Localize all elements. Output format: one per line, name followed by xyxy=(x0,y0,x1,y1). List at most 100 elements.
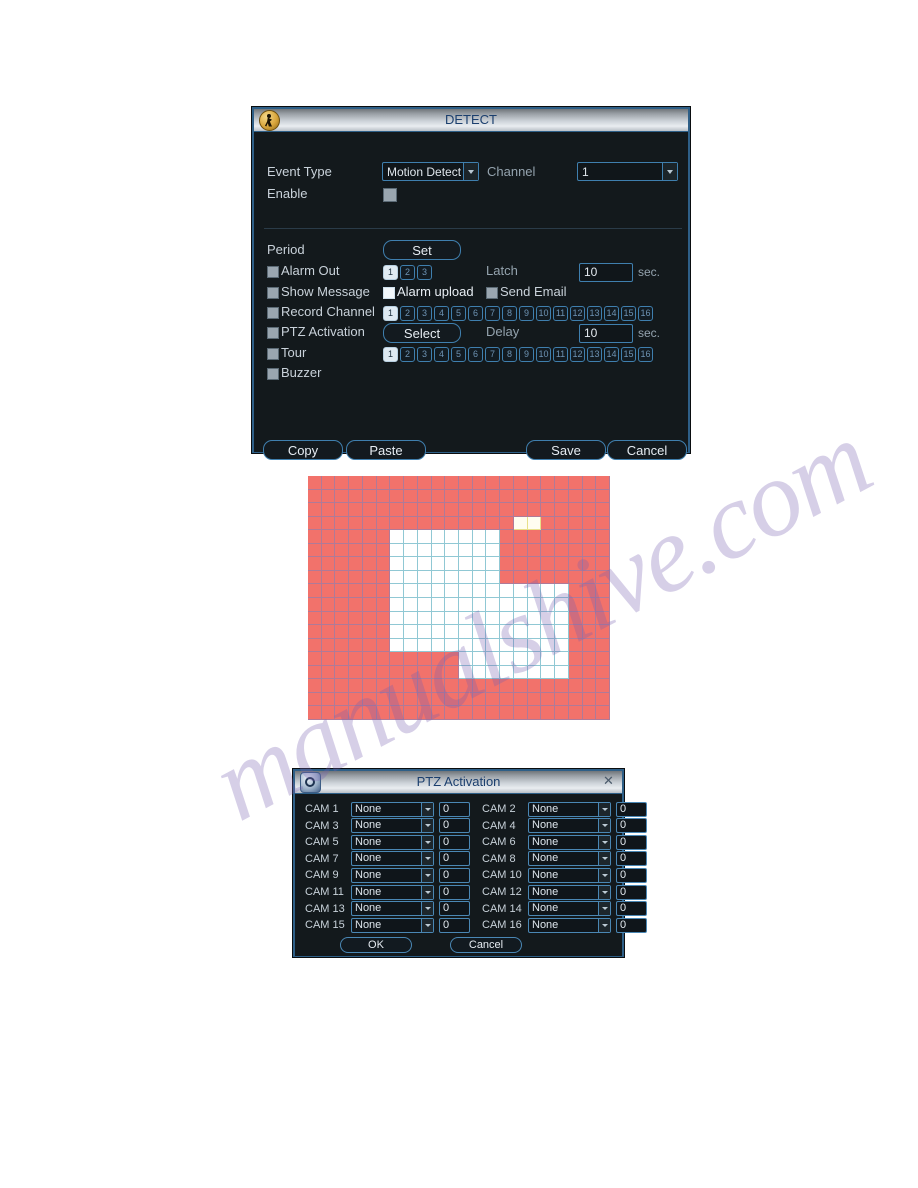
record-channel-chip-9[interactable]: 9 xyxy=(519,306,534,321)
motion-cell-10-14[interactable] xyxy=(500,611,514,626)
motion-cell-7-11[interactable] xyxy=(459,570,473,585)
motion-cell-8-4[interactable] xyxy=(362,584,377,598)
motion-cell-16-15[interactable] xyxy=(513,692,528,707)
motion-cell-4-7[interactable] xyxy=(404,530,418,544)
motion-cell-4-19[interactable] xyxy=(568,530,583,544)
motion-cell-9-13[interactable] xyxy=(486,597,501,612)
motion-cell-4-13[interactable] xyxy=(486,530,501,544)
motion-cell-13-13[interactable] xyxy=(486,652,501,666)
motion-cell-3-1[interactable] xyxy=(321,516,336,531)
motion-cell-12-17[interactable] xyxy=(541,638,556,653)
record-channel-chip-10[interactable]: 10 xyxy=(536,306,551,321)
motion-cell-2-12[interactable] xyxy=(472,503,487,517)
motion-cell-14-16[interactable] xyxy=(527,665,542,680)
ptz-right-action-dropdown[interactable]: None xyxy=(528,851,611,867)
motion-cell-0-15[interactable] xyxy=(513,476,528,490)
ptz-right-preset-input[interactable]: 0 xyxy=(616,818,647,834)
motion-cell-5-3[interactable] xyxy=(349,543,363,558)
tour-chip-6[interactable]: 6 xyxy=(468,347,483,362)
motion-cell-6-15[interactable] xyxy=(513,557,528,571)
ptz-left-action-dropdown[interactable]: None xyxy=(351,801,434,817)
ptz-right-action-dropdown[interactable]: None xyxy=(528,901,611,917)
record-channel-checkbox[interactable] xyxy=(267,307,279,319)
motion-cell-10-19[interactable] xyxy=(568,611,583,626)
motion-cell-0-8[interactable] xyxy=(417,476,432,490)
motion-cell-8-15[interactable] xyxy=(513,584,528,598)
motion-cell-16-14[interactable] xyxy=(500,692,514,707)
motion-cell-8-6[interactable] xyxy=(390,584,405,598)
motion-cell-11-15[interactable] xyxy=(513,625,528,639)
motion-cell-14-5[interactable] xyxy=(376,665,391,680)
motion-cell-7-8[interactable] xyxy=(417,570,432,585)
motion-cell-0-0[interactable] xyxy=(308,476,322,490)
ptz-right-action-dropdown[interactable]: None xyxy=(528,801,611,817)
motion-cell-8-2[interactable] xyxy=(335,584,350,598)
motion-cell-0-7[interactable] xyxy=(404,476,418,490)
motion-cell-8-3[interactable] xyxy=(349,584,363,598)
alarm-out-chip-1[interactable]: 1 xyxy=(383,265,398,280)
motion-cell-10-0[interactable] xyxy=(308,611,322,626)
motion-cell-2-7[interactable] xyxy=(404,503,418,517)
motion-cell-9-6[interactable] xyxy=(390,597,405,612)
motion-cell-5-13[interactable] xyxy=(486,543,501,558)
chevron-down-icon[interactable] xyxy=(662,163,677,180)
motion-cell-11-17[interactable] xyxy=(541,625,556,639)
motion-cell-6-3[interactable] xyxy=(349,557,363,571)
motion-cell-2-16[interactable] xyxy=(527,503,542,517)
motion-cell-15-13[interactable] xyxy=(486,679,501,693)
motion-cell-9-15[interactable] xyxy=(513,597,528,612)
ptz-right-preset-input[interactable]: 0 xyxy=(616,867,647,883)
motion-cell-2-1[interactable] xyxy=(321,503,336,517)
chevron-down-icon[interactable] xyxy=(598,885,610,899)
motion-cell-13-11[interactable] xyxy=(459,652,473,666)
ptz-ok-button[interactable]: OK xyxy=(340,937,412,953)
chevron-down-icon[interactable] xyxy=(598,918,610,932)
motion-cell-16-13[interactable] xyxy=(486,692,501,707)
chevron-down-icon[interactable] xyxy=(421,802,433,816)
motion-cell-3-4[interactable] xyxy=(362,516,377,531)
motion-cell-9-14[interactable] xyxy=(500,597,514,612)
motion-cell-4-14[interactable] xyxy=(500,530,514,544)
motion-cell-12-9[interactable] xyxy=(431,638,446,653)
motion-cell-10-12[interactable] xyxy=(472,611,487,626)
motion-cell-1-18[interactable] xyxy=(555,489,569,504)
motion-cell-17-5[interactable] xyxy=(376,706,391,720)
motion-cell-1-17[interactable] xyxy=(541,489,556,504)
motion-cell-1-0[interactable] xyxy=(308,489,322,504)
record-channel-chip-8[interactable]: 8 xyxy=(502,306,517,321)
motion-cell-6-1[interactable] xyxy=(321,557,336,571)
motion-cell-3-16[interactable] xyxy=(527,516,542,531)
motion-cell-13-2[interactable] xyxy=(335,652,350,666)
motion-cell-15-7[interactable] xyxy=(404,679,418,693)
ptz-right-action-dropdown[interactable]: None xyxy=(528,917,611,933)
motion-cell-14-3[interactable] xyxy=(349,665,363,680)
motion-cell-13-1[interactable] xyxy=(321,652,336,666)
motion-cell-10-7[interactable] xyxy=(404,611,418,626)
motion-cell-2-20[interactable] xyxy=(582,503,597,517)
motion-cell-2-21[interactable] xyxy=(596,503,610,517)
motion-cell-2-0[interactable] xyxy=(308,503,322,517)
motion-cell-2-14[interactable] xyxy=(500,503,514,517)
motion-cell-15-8[interactable] xyxy=(417,679,432,693)
alarm-out-chip-2[interactable]: 2 xyxy=(400,265,415,280)
motion-cell-5-6[interactable] xyxy=(390,543,405,558)
motion-cell-3-17[interactable] xyxy=(541,516,556,531)
motion-cell-11-10[interactable] xyxy=(445,625,459,639)
motion-cell-8-11[interactable] xyxy=(459,584,473,598)
motion-cell-4-2[interactable] xyxy=(335,530,350,544)
motion-cell-17-7[interactable] xyxy=(404,706,418,720)
ptz-right-preset-input[interactable]: 0 xyxy=(616,917,647,933)
event-type-dropdown[interactable]: Motion Detect xyxy=(382,162,479,181)
motion-cell-0-11[interactable] xyxy=(459,476,473,490)
motion-cell-15-18[interactable] xyxy=(555,679,569,693)
motion-cell-12-2[interactable] xyxy=(335,638,350,653)
motion-cell-0-9[interactable] xyxy=(431,476,446,490)
motion-cell-9-3[interactable] xyxy=(349,597,363,612)
motion-cell-9-10[interactable] xyxy=(445,597,459,612)
ptz-right-action-dropdown[interactable]: None xyxy=(528,834,611,850)
motion-cell-0-10[interactable] xyxy=(445,476,459,490)
motion-cell-12-13[interactable] xyxy=(486,638,501,653)
motion-cell-7-19[interactable] xyxy=(568,570,583,585)
motion-cell-14-10[interactable] xyxy=(445,665,459,680)
motion-cell-5-14[interactable] xyxy=(500,543,514,558)
